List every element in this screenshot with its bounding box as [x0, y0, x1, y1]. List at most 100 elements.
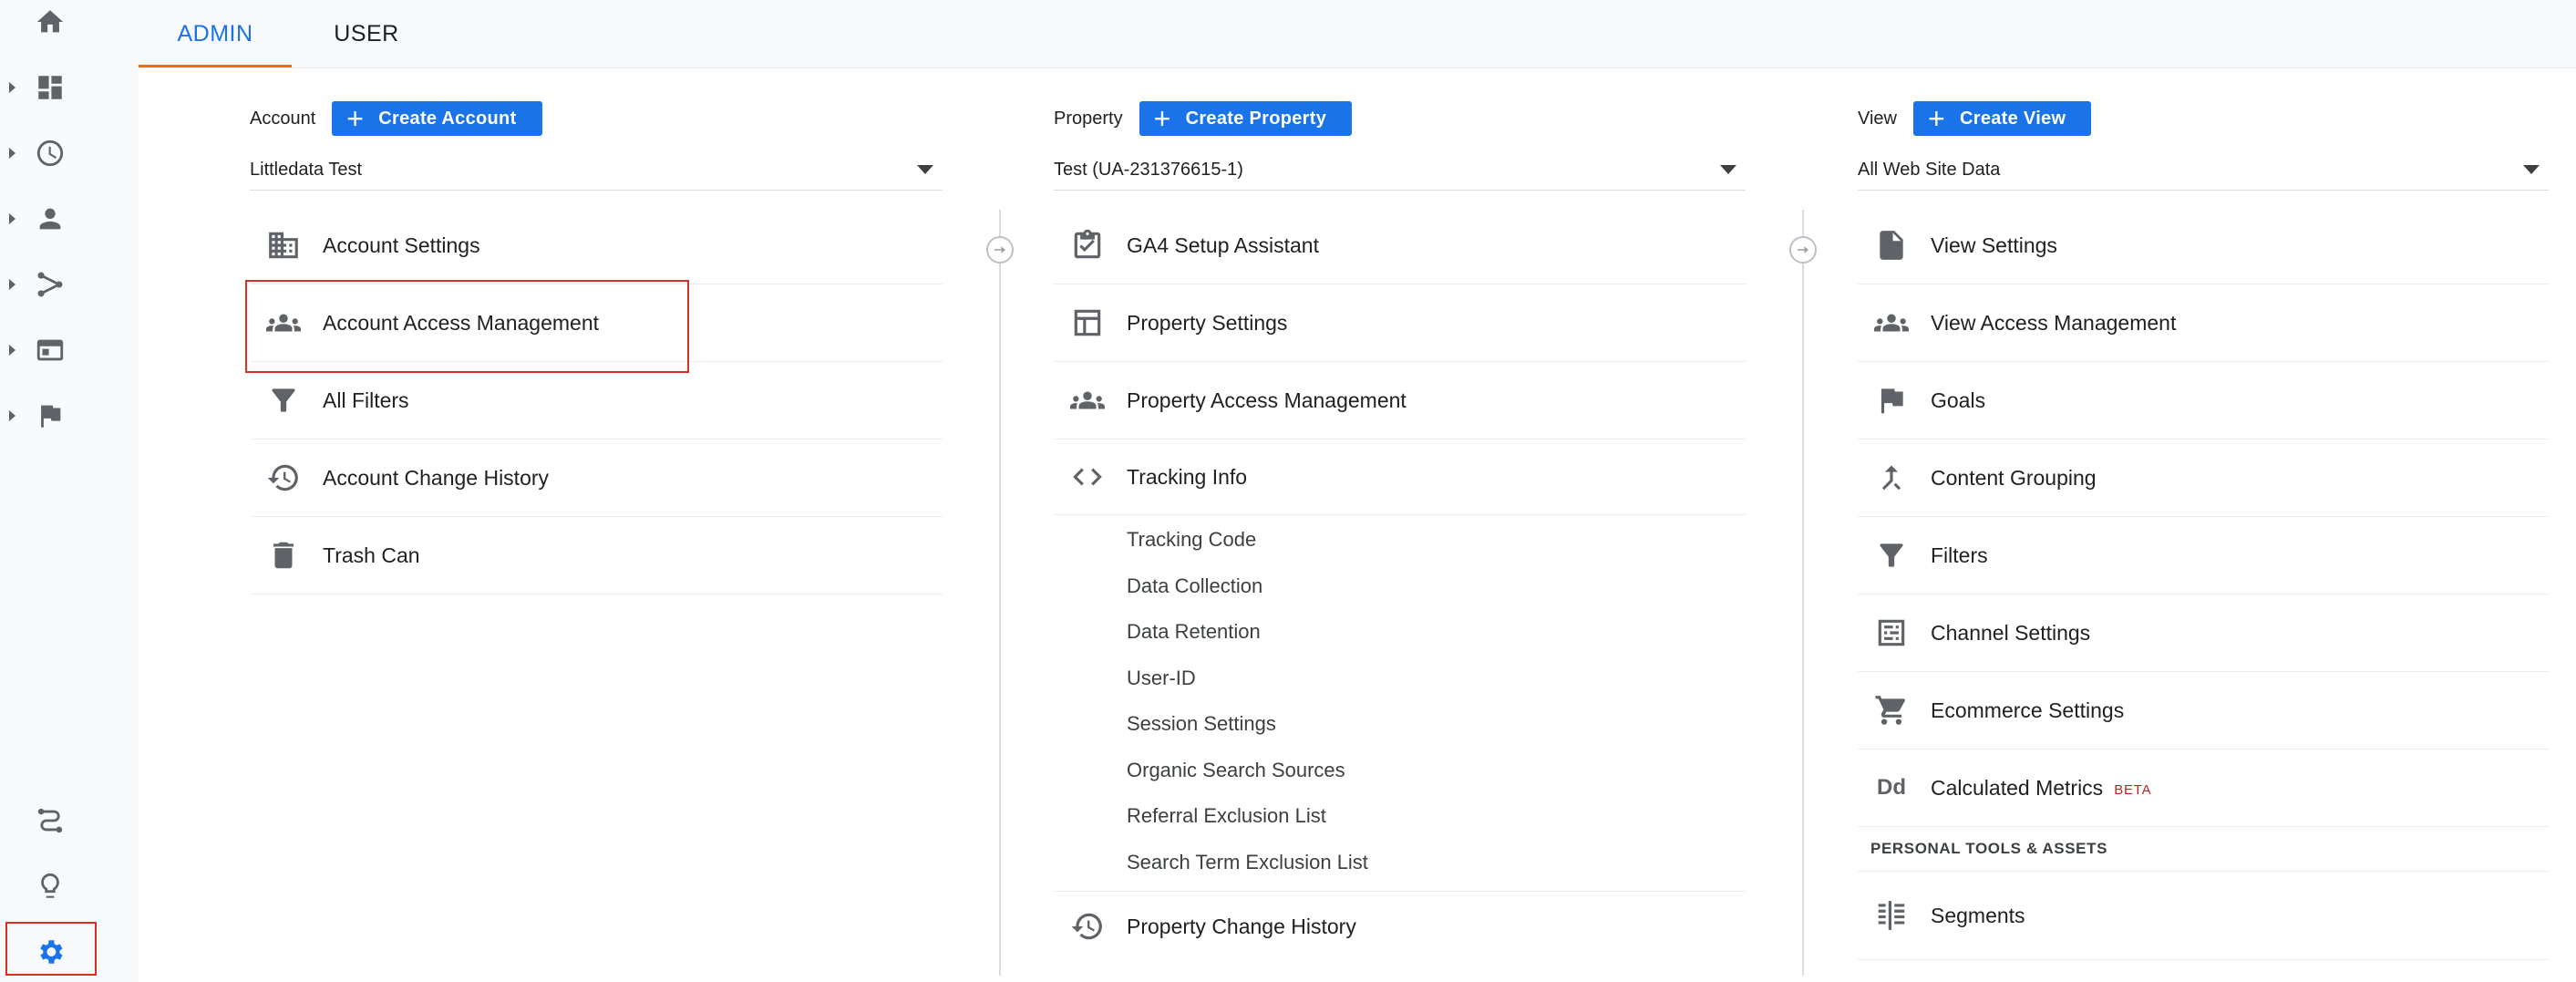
menu-item-label: GA4 Setup Assistant — [1127, 233, 1319, 257]
dropdown-arrow-icon — [917, 165, 933, 174]
person-icon — [39, 208, 61, 230]
channel-icon — [1872, 614, 1911, 652]
tracking-info-submenu: Tracking Code Data Collection Data Reten… — [1054, 515, 1746, 892]
nav-conversions[interactable] — [0, 388, 100, 443]
menu-item-account-settings[interactable]: Account Settings — [250, 207, 943, 284]
menu-item-filters[interactable]: Filters — [1858, 517, 2549, 594]
plus-icon: + — [1928, 102, 1945, 135]
create-account-button[interactable]: + Create Account — [332, 101, 542, 136]
dropdown-arrow-icon — [1720, 165, 1736, 174]
menu-item-label: All Filters — [323, 388, 409, 412]
menu-item-label: Tracking Info — [1127, 464, 1248, 489]
submenu-organic-search-sources[interactable]: Organic Search Sources — [1127, 748, 1746, 794]
menu-item-label: Filters — [1931, 543, 1988, 567]
property-column: Property + Create Property Test (UA-2313… — [1054, 100, 1746, 961]
nav-customization[interactable] — [0, 60, 100, 115]
submenu-tracking-code[interactable]: Tracking Code — [1127, 517, 1746, 563]
menu-item-ga4-setup-assistant[interactable]: GA4 Setup Assistant — [1054, 207, 1746, 284]
clock-icon — [36, 140, 64, 167]
nav-attribution[interactable] — [0, 793, 100, 848]
view-selector[interactable]: All Web Site Data — [1858, 150, 2549, 191]
cart-icon — [1872, 691, 1911, 729]
plus-icon: + — [1153, 102, 1171, 135]
menu-item-view-settings[interactable]: View Settings — [1858, 207, 2549, 284]
account-selector[interactable]: Littledata Test — [250, 150, 943, 191]
menu-item-property-change-history[interactable]: Property Change History — [1054, 892, 1746, 961]
filter-icon — [1872, 536, 1911, 574]
segments-icon — [1872, 896, 1911, 935]
nav-behavior[interactable] — [0, 323, 100, 377]
dd-icon: Dd — [1877, 775, 1906, 800]
nav-home[interactable] — [0, 0, 100, 49]
submenu-search-term-exclusion-list[interactable]: Search Term Exclusion List — [1127, 840, 1746, 886]
expand-caret-icon — [9, 148, 15, 159]
column-divider — [1802, 210, 1804, 976]
expand-caret-icon — [9, 345, 15, 356]
menu-item-label: View Access Management — [1931, 310, 2177, 335]
submenu-user-id[interactable]: User-ID — [1127, 656, 1746, 702]
account-access-highlight-box — [245, 280, 689, 373]
create-property-button[interactable]: + Create Property — [1139, 101, 1353, 136]
menu-item-channel-settings[interactable]: Channel Settings — [1858, 594, 2549, 672]
menu-item-label: Goals — [1931, 388, 1986, 412]
menu-item-all-filters[interactable]: All Filters — [250, 362, 943, 439]
property-menu: GA4 Setup Assistant Property Settings Pr… — [1054, 207, 1746, 961]
tab-user[interactable]: USER — [292, 0, 441, 67]
customization-icon — [38, 76, 62, 99]
menu-item-property-access-management[interactable]: Property Access Management — [1054, 362, 1746, 439]
menu-item-view-access-management[interactable]: View Access Management — [1858, 284, 2549, 362]
menu-item-ecommerce-settings[interactable]: Ecommerce Settings — [1858, 672, 2549, 749]
submenu-data-collection[interactable]: Data Collection — [1127, 563, 1746, 610]
column-divider — [999, 210, 1001, 976]
code-icon — [1068, 458, 1107, 496]
create-view-label: Create View — [1960, 108, 2066, 129]
account-menu: Account Settings Account Access Manageme… — [250, 207, 943, 594]
view-selected: All Web Site Data — [1858, 159, 2001, 180]
nav-acquisition[interactable] — [0, 257, 100, 312]
menu-item-label: Channel Settings — [1931, 620, 2091, 645]
account-label: Account — [250, 108, 316, 129]
view-label: View — [1858, 108, 1897, 129]
property-selector[interactable]: Test (UA-231376615-1) — [1054, 150, 1746, 191]
merge-icon — [1872, 459, 1911, 497]
nav-realtime[interactable] — [0, 126, 100, 181]
view-menu: View Settings View Access Management Goa… — [1858, 207, 2549, 960]
menu-item-label: View Settings — [1931, 233, 2057, 257]
menu-item-property-settings[interactable]: Property Settings — [1054, 284, 1746, 362]
menu-item-label: Account Change History — [323, 465, 550, 490]
nav-discover[interactable] — [0, 859, 100, 914]
submenu-data-retention[interactable]: Data Retention — [1127, 609, 1746, 656]
history-icon — [1068, 907, 1107, 946]
menu-item-label: Account Settings — [323, 233, 480, 257]
property-label: Property — [1054, 108, 1123, 129]
section-title-personal-tools: PERSONAL TOOLS & ASSETS — [1858, 827, 2549, 872]
left-nav-rail — [0, 0, 100, 982]
menu-item-trash-can[interactable]: Trash Can — [250, 517, 943, 594]
menu-item-segments[interactable]: Segments — [1858, 872, 2549, 960]
nav-audience[interactable] — [0, 191, 100, 246]
create-account-label: Create Account — [378, 108, 517, 129]
arrow-right-icon — [1789, 236, 1817, 264]
submenu-referral-exclusion-list[interactable]: Referral Exclusion List — [1127, 793, 1746, 840]
menu-item-content-grouping[interactable]: Content Grouping — [1858, 439, 2549, 517]
admin-main-panel: ADMIN USER Account + Create Account Litt… — [139, 0, 2576, 982]
tab-admin[interactable]: ADMIN — [139, 0, 292, 67]
people-icon — [1068, 381, 1107, 419]
expand-caret-icon — [9, 279, 15, 290]
create-view-button[interactable]: + Create View — [1913, 101, 2092, 136]
people-icon — [1872, 304, 1911, 342]
menu-item-label: Calculated Metrics — [1931, 775, 2104, 800]
building-icon — [264, 226, 303, 264]
admin-tabs: ADMIN USER — [139, 0, 2576, 68]
menu-item-calculated-metrics[interactable]: Dd Calculated Metrics BETA — [1858, 749, 2549, 827]
menu-item-goals[interactable]: Goals — [1858, 362, 2549, 439]
home-icon — [36, 10, 64, 33]
menu-item-account-change-history[interactable]: Account Change History — [250, 439, 943, 517]
submenu-session-settings[interactable]: Session Settings — [1127, 701, 1746, 748]
menu-item-label: Content Grouping — [1931, 465, 2097, 490]
beta-badge: BETA — [2114, 781, 2152, 798]
expand-caret-icon — [9, 410, 15, 421]
filter-icon — [264, 381, 303, 419]
flag-icon — [41, 405, 61, 428]
menu-item-tracking-info[interactable]: Tracking Info — [1054, 439, 1746, 515]
